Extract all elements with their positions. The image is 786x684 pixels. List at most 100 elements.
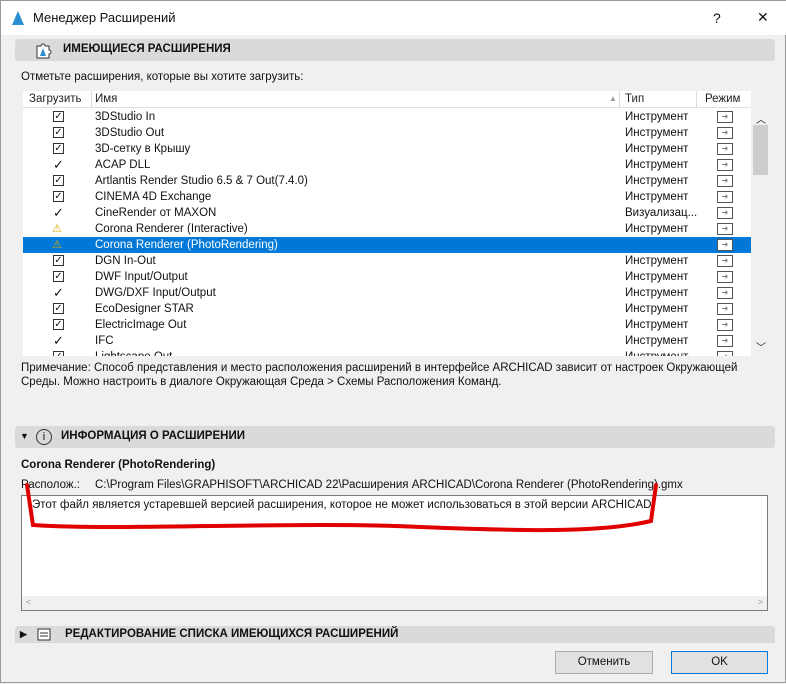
- row-name: 3D-сетку в Крышу: [95, 143, 191, 155]
- extensions-table: Загрузить Имя ▲ Тип Режим ✓ 3DStudio In Ин…: [23, 91, 771, 356]
- horizontal-scrollbar[interactable]: < >: [22, 596, 767, 610]
- table-row[interactable]: ✓ 3DStudio Out Инструмент ➔: [23, 125, 751, 141]
- row-type: Инструмент: [625, 351, 688, 356]
- table-row[interactable]: ✓ 3D-сетку в Крышу Инструмент ➔: [23, 141, 751, 157]
- row-name: 3DStudio Out: [95, 127, 165, 139]
- col-load[interactable]: Загрузить: [29, 93, 82, 105]
- archicad-logo-icon: [12, 11, 24, 25]
- checkbox-checked[interactable]: ✓: [53, 127, 64, 138]
- folder-icon[interactable]: ➔: [717, 319, 733, 331]
- edit-section-header[interactable]: ▶ РЕДАКТИРОВАНИЕ СПИСКА ИМЕЮЩИХСЯ РАСШИР…: [15, 626, 775, 643]
- row-type: Инструмент: [625, 223, 689, 235]
- folder-icon[interactable]: ➔: [717, 207, 733, 219]
- table-header: Загрузить Имя ▲ Тип Режим: [23, 91, 751, 108]
- row-name: DWG/DXF Input/Output: [95, 287, 216, 299]
- checkbox-checked[interactable]: ✓: [53, 191, 64, 202]
- table-row[interactable]: ✓ EcoDesigner STAR Инструмент ➔: [23, 301, 751, 317]
- table-row[interactable]: ✓ ACAP DLL Инструмент ➔: [23, 157, 751, 173]
- table-row[interactable]: ⚠ Corona Renderer (Interactive) Инструмент…: [23, 221, 751, 237]
- row-type: Инструмент: [625, 287, 689, 299]
- table-row[interactable]: ✓ Lightscape Out Инструмент ➔: [23, 349, 751, 356]
- cancel-button[interactable]: Отменить: [555, 651, 653, 674]
- ok-button[interactable]: OK: [671, 651, 768, 674]
- close-button[interactable]: ✕: [757, 9, 769, 26]
- warning-icon: ⚠: [52, 239, 62, 251]
- checkbox-checked[interactable]: ✓: [53, 143, 64, 154]
- folder-icon[interactable]: ➔: [717, 255, 733, 267]
- folder-icon[interactable]: ➔: [717, 335, 733, 347]
- title-bar: Менеджер Расширений ? ✕: [1, 1, 786, 35]
- row-type: Визуализац...: [625, 207, 698, 219]
- scroll-down-icon[interactable]: ﹀: [756, 339, 766, 354]
- table-row[interactable]: ✓ Artlantis Render Studio 6.5 & 7 Out(7.4…: [23, 173, 751, 189]
- checkbox-checked[interactable]: ✓: [53, 175, 64, 186]
- row-type: Инструмент: [625, 127, 689, 139]
- checkmark-icon[interactable]: ✓: [53, 205, 64, 221]
- edit-list-icon: [37, 628, 51, 641]
- sort-asc-icon: ▲: [609, 94, 617, 103]
- folder-icon[interactable]: ➔: [717, 287, 733, 299]
- checkbox-checked[interactable]: ✓: [53, 255, 64, 266]
- row-name: Corona Renderer (PhotoRendering): [95, 239, 278, 251]
- folder-icon[interactable]: ➔: [717, 127, 733, 139]
- folder-icon[interactable]: ➔: [717, 223, 733, 235]
- row-name: 3DStudio In: [95, 111, 156, 123]
- folder-icon[interactable]: ➔: [717, 303, 733, 315]
- scroll-up-icon[interactable]: ︿: [756, 111, 766, 126]
- info-icon: i: [36, 429, 52, 445]
- row-type: Инструмент: [625, 111, 689, 123]
- table-row[interactable]: ✓ CINEMA 4D Exchange Инструмент ➔: [23, 189, 751, 205]
- available-section-header[interactable]: ИМЕЮЩИЕСЯ РАСШИРЕНИЯ: [15, 39, 775, 61]
- message-box[interactable]: Этот файл является устаревшей версией ра…: [21, 495, 768, 611]
- checkmark-icon[interactable]: ✓: [53, 285, 64, 301]
- checkmark-icon[interactable]: ✓: [53, 333, 64, 349]
- scroll-thumb[interactable]: [753, 125, 768, 175]
- checkbox-checked[interactable]: ✓: [53, 319, 64, 330]
- table-row[interactable]: ✓ 3DStudio In Инструмент ➔: [23, 109, 751, 125]
- location-path: C:\Program Files\GRAPHISOFT\ARCHICAD 22\…: [95, 479, 683, 491]
- col-name[interactable]: Имя: [95, 93, 117, 105]
- collapsed-arrow-icon: ▶: [20, 629, 27, 639]
- folder-icon[interactable]: ➔: [717, 111, 733, 123]
- section-title: РЕДАКТИРОВАНИЕ СПИСКА ИМЕЮЩИХСЯ РАСШИРЕН…: [65, 628, 399, 640]
- checkbox-checked[interactable]: ✓: [53, 111, 64, 122]
- row-name: DGN In-Out: [95, 255, 156, 267]
- row-type: Инструмент: [625, 159, 689, 171]
- folder-icon[interactable]: ➔: [717, 271, 733, 283]
- table-row[interactable]: ⚠ Corona Renderer (PhotoRendering) ➔: [23, 237, 751, 253]
- folder-icon[interactable]: ➔: [717, 351, 733, 356]
- row-type: Инструмент: [625, 255, 689, 267]
- table-row[interactable]: ✓ DWG/DXF Input/Output Инструмент ➔: [23, 285, 751, 301]
- row-name: EcoDesigner STAR: [95, 303, 194, 315]
- window-title: Менеджер Расширений: [33, 10, 176, 25]
- row-name: ACAP DLL: [95, 159, 151, 171]
- load-prompt: Отметьте расширения, которые вы хотите з…: [21, 71, 304, 83]
- info-section-header[interactable]: ▼ i ИНФОРМАЦИЯ О РАСШИРЕНИИ: [15, 426, 775, 448]
- message-text: Этот файл является устаревшей версией ра…: [32, 499, 655, 511]
- col-type[interactable]: Тип: [625, 93, 644, 105]
- checkbox-checked[interactable]: ✓: [53, 303, 64, 314]
- table-row[interactable]: ✓ DGN In-Out Инструмент ➔: [23, 253, 751, 269]
- table-row[interactable]: ✓ IFC Инструмент ➔: [23, 333, 751, 349]
- row-type: Инструмент: [625, 303, 689, 315]
- expanded-arrow-icon: ▼: [20, 431, 29, 441]
- table-row[interactable]: ✓ CineRender от MAXON Визуализац... ➔: [23, 205, 751, 221]
- folder-icon[interactable]: ➔: [717, 175, 733, 187]
- help-button[interactable]: ?: [713, 10, 721, 26]
- row-type: Инструмент: [625, 335, 689, 347]
- col-mode[interactable]: Режим: [705, 93, 740, 105]
- checkmark-icon[interactable]: ✓: [53, 157, 64, 173]
- folder-icon[interactable]: ➔: [717, 239, 733, 251]
- table-row[interactable]: ✓ DWF Input/Output Инструмент ➔: [23, 269, 751, 285]
- folder-icon[interactable]: ➔: [717, 143, 733, 155]
- scrollbar[interactable]: ︿ ﹀: [751, 91, 771, 356]
- folder-icon[interactable]: ➔: [717, 191, 733, 203]
- row-type: Инструмент: [625, 271, 689, 283]
- checkbox-checked[interactable]: ✓: [53, 351, 64, 356]
- table-row[interactable]: ✓ ElectricImage Out Инструмент ➔: [23, 317, 751, 333]
- checkbox-checked[interactable]: ✓: [53, 271, 64, 282]
- row-name: IFC: [95, 335, 114, 347]
- row-type: Инструмент: [625, 143, 689, 155]
- row-name: Artlantis Render Studio 6.5 & 7 Out(7.4.…: [95, 175, 308, 187]
- folder-icon[interactable]: ➔: [717, 159, 733, 171]
